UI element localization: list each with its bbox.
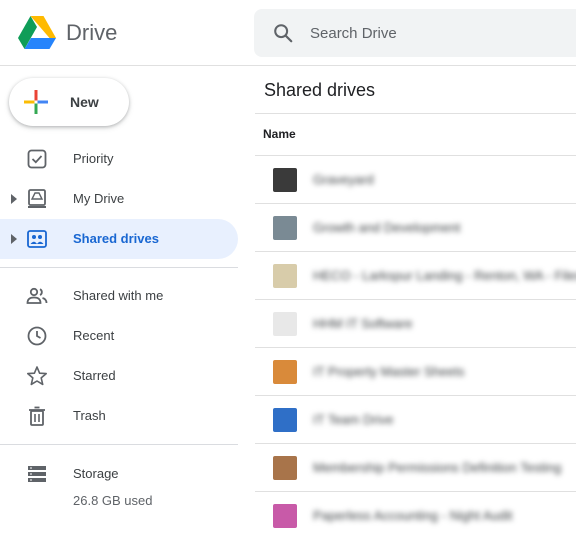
table-row[interactable]: HECO - Larkspur Landing - Renton, WA - F… (255, 251, 576, 299)
drive-thumbnail (273, 408, 297, 432)
drive-name: Paperless Accounting - Night Audit (313, 508, 513, 523)
storage-used-text: 26.8 GB used (73, 493, 153, 508)
expand-arrow-icon[interactable] (10, 233, 18, 245)
clock-icon (27, 326, 47, 346)
drive-thumbnail (273, 504, 297, 528)
sidebar-item-trash[interactable]: Trash (0, 396, 238, 436)
sidebar-item-my-drive[interactable]: My Drive (0, 179, 238, 219)
drive-thumbnail (273, 264, 297, 288)
table-row[interactable]: IT Property Master Sheets (255, 347, 576, 395)
my-drive-icon (28, 189, 46, 208)
shared-drives-icon (27, 230, 47, 248)
sidebar-item-label: Shared drives (73, 231, 159, 246)
table-row[interactable]: Growth and Development (255, 203, 576, 251)
sidebar-item-shared-drives[interactable]: Shared drives (0, 219, 238, 259)
drive-logo-icon[interactable] (18, 15, 56, 49)
new-button-label: New (70, 94, 99, 110)
sidebar-item-label: Priority (73, 151, 114, 166)
star-icon (26, 366, 48, 386)
table-row[interactable]: Paperless Accounting - Night Audit (255, 491, 576, 537)
drive-name: Membership Permissions Definition Testin… (313, 460, 562, 475)
table-row[interactable]: HHM IT Software (255, 299, 576, 347)
page-title: Shared drives (264, 80, 376, 100)
sidebar-item-recent[interactable]: Recent (0, 316, 238, 356)
sidebar-item-label: My Drive (73, 191, 125, 206)
drive-name: Growth and Development (313, 220, 461, 235)
sidebar-item-shared-with-me[interactable]: Shared with me (0, 276, 238, 316)
sidebar-item-priority[interactable]: Priority (0, 139, 238, 179)
drive-thumbnail (273, 168, 297, 192)
new-button[interactable]: New (9, 78, 129, 126)
plus-icon (24, 90, 48, 114)
drive-thumbnail (273, 312, 297, 336)
expand-arrow-icon[interactable] (10, 193, 18, 205)
table-row[interactable]: Membership Permissions Definition Testin… (255, 443, 576, 491)
sidebar-item-label: Recent (73, 328, 115, 343)
sidebar-item-starred[interactable]: Starred (0, 356, 238, 396)
check-box-icon (27, 149, 47, 169)
table-row[interactable]: Graveyard (255, 155, 576, 203)
search-icon[interactable] (272, 22, 294, 44)
storage-icon (28, 466, 46, 482)
name-column-header[interactable]: Name (263, 127, 296, 141)
drive-name: IT Team Drive (313, 412, 394, 427)
sidebar-item-label: Shared with me (73, 288, 164, 303)
drive-thumbnail (273, 216, 297, 240)
search-input[interactable] (310, 21, 570, 45)
header-divider (255, 113, 576, 114)
people-icon (26, 287, 48, 304)
table-row[interactable]: IT Team Drive (255, 395, 576, 443)
storage-label: Storage (73, 466, 119, 481)
sidebar-item-label: Starred (73, 368, 116, 383)
top-bar: Drive (0, 0, 576, 66)
sidebar-divider (0, 444, 238, 445)
drive-name: IT Property Master Sheets (313, 364, 465, 379)
sidebar-item-storage[interactable]: Storage (0, 454, 238, 494)
app-brand[interactable]: Drive (66, 20, 117, 46)
drive-thumbnail (273, 360, 297, 384)
trash-icon (29, 406, 45, 426)
drive-name: HECO - Larkspur Landing - Renton, WA - F… (313, 268, 576, 283)
search-bar[interactable] (254, 9, 576, 57)
drive-thumbnail (273, 456, 297, 480)
drive-name: Graveyard (313, 172, 374, 187)
sidebar-divider (0, 267, 238, 268)
sidebar-item-label: Trash (73, 408, 106, 423)
drive-name: HHM IT Software (313, 316, 413, 331)
